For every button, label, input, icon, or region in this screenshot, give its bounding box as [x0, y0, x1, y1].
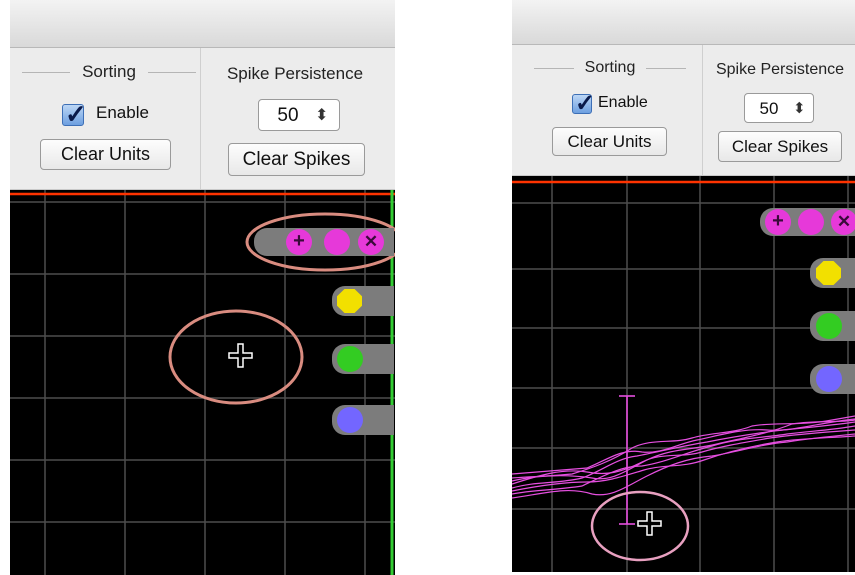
unit-chip-magenta[interactable]: + ✕: [254, 228, 394, 256]
stepper-value: 50: [759, 99, 779, 118]
unit-chip-green[interactable]: [332, 344, 394, 374]
add-unit-icon[interactable]: +: [286, 229, 312, 255]
unit-chip-magenta[interactable]: + ✕: [760, 208, 855, 236]
spike-persistence-label: Spike Persistence: [226, 64, 364, 83]
group-divider: [200, 48, 201, 189]
add-unit-icon[interactable]: +: [765, 209, 791, 235]
enable-checkbox[interactable]: ✓: [572, 90, 595, 117]
left-screenshot-panel: Sorting ✓ Enable Clear Units Spike Persi…: [10, 0, 395, 575]
group-rule: [646, 68, 686, 69]
toolbar: Sorting ✓ Enable Clear Units Spike Persi…: [512, 45, 855, 176]
spike-persistence-label: Spike Persistence: [715, 61, 845, 78]
unit-chip-green[interactable]: [810, 311, 855, 341]
group-rule: [22, 72, 70, 73]
crosshair-cursor-icon: [228, 343, 253, 368]
spike-waveforms: [512, 415, 855, 499]
unit-chip-blue[interactable]: [810, 364, 855, 394]
unit-color-dot[interactable]: [337, 407, 363, 433]
stepper-arrows-icon[interactable]: ⬍: [793, 99, 806, 117]
unit-chip-blue[interactable]: [332, 405, 394, 435]
spike-persistence-stepper[interactable]: 50 ⬍: [258, 99, 340, 131]
delete-unit-icon[interactable]: ✕: [831, 209, 855, 235]
unit-color-dot[interactable]: [816, 366, 842, 392]
spike-plot[interactable]: + ✕: [512, 176, 855, 572]
stepper-arrows-icon[interactable]: ⬍: [315, 105, 328, 125]
enable-label: Enable: [96, 103, 149, 122]
unit-color-dot[interactable]: [337, 346, 363, 372]
group-divider: [702, 45, 703, 175]
toolbar: Sorting ✓ Enable Clear Units Spike Persi…: [10, 48, 395, 190]
unit-octagon-yellow[interactable]: [816, 261, 841, 285]
unit-color-dot[interactable]: [816, 313, 842, 339]
clear-spikes-button[interactable]: Clear Spikes: [718, 131, 842, 162]
delete-unit-icon[interactable]: ✕: [358, 229, 384, 255]
sorting-label: Sorting: [584, 59, 636, 76]
sorting-label: Sorting: [82, 62, 136, 81]
window-titlebar: [10, 0, 395, 48]
waveform: [512, 425, 855, 495]
clear-spikes-button[interactable]: Clear Spikes: [228, 143, 365, 176]
unit-color-dot[interactable]: [798, 209, 824, 235]
clear-units-button[interactable]: Clear Units: [40, 139, 171, 170]
unit-chip-yellow[interactable]: [810, 258, 855, 288]
group-rule: [148, 72, 196, 73]
group-rule: [534, 68, 574, 69]
enable-checkbox[interactable]: ✓: [62, 99, 87, 129]
right-screenshot-panel: Sorting ✓ Enable Clear Units Spike Persi…: [512, 0, 855, 572]
spike-plot[interactable]: + ✕: [10, 190, 395, 575]
unit-octagon-yellow[interactable]: [337, 289, 362, 313]
clear-units-button[interactable]: Clear Units: [552, 127, 667, 156]
checkmark-icon: ✓: [65, 99, 87, 129]
unit-chip-yellow[interactable]: [332, 286, 394, 316]
enable-label: Enable: [598, 94, 648, 111]
stepper-value: 50: [277, 105, 299, 126]
spike-persistence-stepper[interactable]: 50 ⬍: [744, 93, 814, 123]
unit-color-dot[interactable]: [324, 229, 350, 255]
crosshair-cursor-icon: [637, 511, 662, 536]
window-titlebar: [512, 0, 855, 45]
checkmark-icon: ✓: [575, 90, 596, 117]
